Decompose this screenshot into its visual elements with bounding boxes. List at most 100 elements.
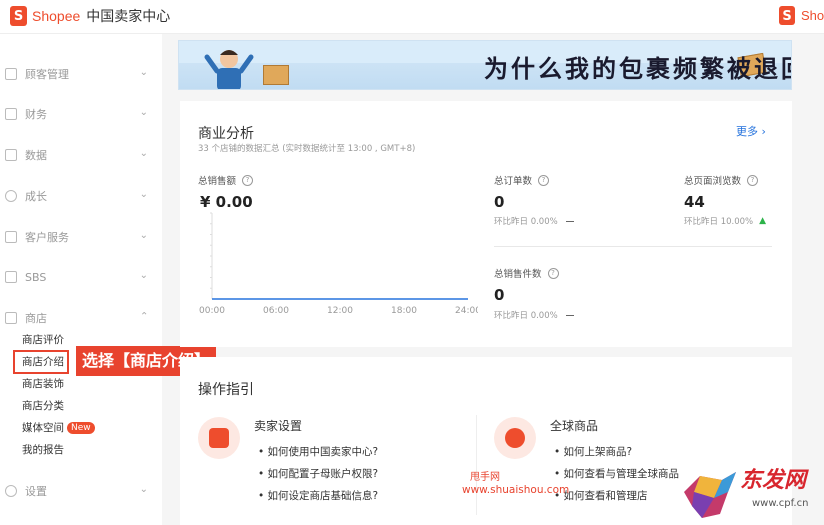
flat-indicator-icon: [565, 220, 574, 222]
sidebar-item-label: SBS: [25, 270, 47, 284]
metric-label-text: 总页面浏览数: [684, 176, 742, 187]
compare-text: 环比昨日 10.00%: [684, 217, 754, 227]
sidebar-item-customer-service[interactable]: 客户服务 ⌄: [0, 224, 162, 250]
sidebar-subitem-my-reports[interactable]: 我的报告: [22, 441, 64, 459]
compare-text: 环比昨日 0.00%: [494, 217, 558, 227]
banner-headline: 为什么我的包裹频繁被退回?: [484, 55, 792, 83]
sidebar-subitem-shop-categories[interactable]: 商店分类: [22, 397, 64, 415]
sidebar-item-data[interactable]: 数据 ⌄: [0, 142, 162, 168]
top-bar: S Shopee 中国卖家中心 S Sho: [0, 0, 824, 34]
watermark-site-name: 甩手网: [470, 472, 500, 483]
metric-label-text: 总销售件数: [494, 269, 542, 280]
sidebar-item-customers[interactable]: 顾客管理 ⌄: [0, 61, 162, 87]
metric-compare-items: 环比昨日 0.00%: [494, 309, 574, 321]
metric-divider: [494, 246, 772, 247]
section-subtitle: 33 个店铺的数据汇总 (实时数据统计至 13:00 , GMT+8): [198, 144, 416, 154]
growth-icon: [5, 190, 17, 202]
sales-line-chart: 00:00 06:00 12:00 18:00 24:00: [199, 212, 478, 316]
guide-link[interactable]: • 如何查看与管理全球商品: [554, 466, 679, 481]
chevron-right-icon: ›: [761, 125, 766, 138]
guide-link[interactable]: • 如何配置子母账户权限?: [258, 466, 378, 481]
metric-label-sales: 总销售额?: [198, 173, 254, 187]
bull-logo-icon: [684, 472, 736, 518]
sidebar-item-label: 媒体空间: [22, 422, 64, 434]
gear-icon-glyph: [505, 428, 525, 448]
guide-link-text: 如何配置子母账户权限?: [267, 468, 379, 480]
guide-link-text: 如何查看和管理店: [563, 490, 648, 502]
chevron-down-icon: ⌄: [139, 67, 148, 78]
metric-label-items: 总销售件数?: [494, 266, 559, 280]
sidebar-item-growth[interactable]: 成长 ⌄: [0, 183, 162, 209]
metric-value-sales: ¥ 0.00: [200, 193, 253, 211]
chart-x-tick-label: 06:00: [263, 306, 289, 316]
section-title: 商业分析: [198, 126, 254, 142]
promo-banner[interactable]: 为什么我的包裹频繁被退回?: [178, 40, 792, 90]
metric-compare-views: 环比昨日 10.00% ▲: [684, 215, 766, 227]
chevron-down-icon: ⌄: [139, 484, 148, 495]
chevron-down-icon: ⌄: [139, 189, 148, 200]
parcel-box-illustration: [263, 65, 289, 85]
chart-x-tick-label: 12:00: [327, 306, 353, 316]
shop-icon: [5, 312, 17, 324]
metric-label-text: 总订单数: [494, 176, 533, 187]
customer-icon: [5, 68, 17, 80]
brand-subtitle: 中国卖家中心: [86, 9, 171, 25]
arrow-up-icon: ▲: [759, 216, 767, 226]
new-badge: New: [67, 422, 95, 434]
shopee-bag-icon: S: [10, 6, 27, 26]
chart-icon: [5, 149, 17, 161]
more-link[interactable]: 更多 ›: [736, 123, 766, 139]
gear-icon: [5, 485, 17, 497]
bag-icon-glyph: [209, 428, 229, 448]
guide-link[interactable]: • 如何上架商品?: [554, 444, 632, 459]
highlight-box: [13, 350, 69, 374]
guide-link-text: 如何查看与管理全球商品: [563, 468, 680, 480]
help-icon[interactable]: ?: [538, 174, 550, 186]
brand-name: Shopee: [32, 8, 81, 24]
sidebar-subitem-shop-reviews[interactable]: 商店评价: [22, 331, 64, 349]
sidebar-item-finance[interactable]: 财务 ⌄: [0, 101, 162, 127]
watermark-brand: 东发网: [740, 468, 807, 493]
guide-column-title: 卖家设置: [254, 419, 303, 433]
brand-name-right: Sho: [801, 8, 824, 23]
watermark-url: www.shuaishou.com: [462, 484, 570, 496]
guide-link-text: 如何使用中国卖家中心?: [267, 446, 379, 458]
sidebar-item-sbs[interactable]: SBS ⌄: [0, 264, 162, 290]
column-divider: [476, 415, 477, 515]
more-label: 更多: [736, 125, 758, 138]
chart-x-tick-label: 00:00: [199, 306, 225, 316]
sidebar-item-label: 财务: [25, 108, 47, 121]
guide-link-text: 如何上架商品?: [563, 446, 633, 458]
help-icon[interactable]: ?: [747, 174, 759, 186]
wallet-icon: [5, 108, 17, 120]
metric-label-orders: 总订单数?: [494, 173, 550, 187]
metric-value-items: 0: [494, 286, 505, 304]
sidebar-item-label: 客户服务: [25, 231, 69, 244]
guide-link[interactable]: • 如何使用中国卖家中心?: [258, 444, 378, 459]
metric-value-views: 44: [684, 193, 705, 211]
sidebar-item-label: 成长: [25, 190, 47, 203]
compare-text: 环比昨日 0.00%: [494, 311, 558, 321]
sidebar-subitem-shop-decor[interactable]: 商店装饰: [22, 375, 64, 393]
shopee-logo[interactable]: S Shopee 中国卖家中心: [10, 6, 170, 26]
sidebar-item-shop[interactable]: 商店 ⌄: [0, 305, 162, 331]
metric-value-orders: 0: [494, 193, 505, 211]
guide-link[interactable]: • 如何设定商店基础信息?: [258, 488, 378, 503]
help-icon[interactable]: ?: [242, 174, 254, 186]
sidebar-subitem-media-space[interactable]: 媒体空间 New: [22, 419, 95, 437]
watermark-url-2: www.cpf.cn: [752, 498, 809, 509]
help-icon[interactable]: ?: [547, 267, 559, 279]
sidebar-item-settings[interactable]: 设置 ⌄: [0, 478, 162, 504]
metric-label-views: 总页面浏览数?: [684, 173, 759, 187]
shopee-bag-icon: S: [779, 6, 795, 25]
bag-icon: [198, 417, 240, 459]
chevron-down-icon: ⌄: [139, 107, 148, 118]
service-icon: [5, 231, 17, 243]
chevron-down-icon: ⌄: [139, 270, 148, 281]
flat-indicator-icon: [565, 314, 574, 316]
chart-x-tick-label: 24:00: [455, 306, 478, 316]
shopee-logo-right[interactable]: S Sho: [779, 6, 824, 25]
sbs-icon: [5, 271, 17, 283]
chart-x-tick-label: 18:00: [391, 306, 417, 316]
sidebar-item-label: 商店: [25, 312, 47, 325]
